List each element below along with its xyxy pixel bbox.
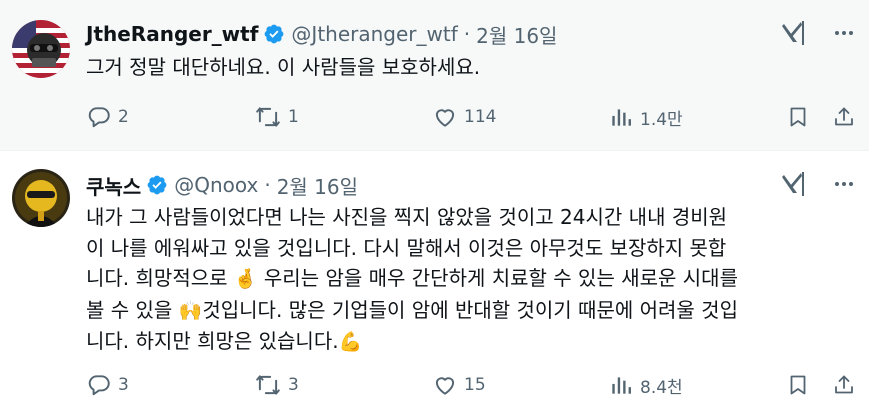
verified-badge-icon xyxy=(263,23,285,45)
verified-badge-icon xyxy=(146,174,168,196)
views-button[interactable]: 8.4천 xyxy=(608,370,683,400)
like-button[interactable]: 114 xyxy=(432,102,496,132)
tweet-header: JtheRanger_wtf @Jtheranger_wtf · 2월 16일 xyxy=(86,17,557,51)
tweet-text-segment: 것입니다. 많은 기업들이 암에 반대할 것이기 때문에 어려울 것입 xyxy=(202,297,738,322)
user-handle[interactable]: @Jtheranger_wtf xyxy=(291,22,457,46)
like-count: 114 xyxy=(464,107,497,127)
raising-hands-emoji: 🙌 xyxy=(178,299,203,322)
share-button[interactable] xyxy=(832,102,856,132)
tweet-text-line: 니다. 하지만 희망은 있습니다.💪 xyxy=(86,326,856,358)
avatar[interactable] xyxy=(12,20,70,78)
retweet-button[interactable]: 3 xyxy=(254,370,299,400)
like-icon xyxy=(435,377,455,395)
reply-button[interactable]: 3 xyxy=(86,370,129,400)
tweet-text-segment: 니다. 하지만 희망은 있습니다. xyxy=(86,329,339,353)
retweet-icon xyxy=(256,107,280,127)
share-button[interactable] xyxy=(832,370,856,400)
views-button[interactable]: 1.4만 xyxy=(608,102,683,132)
reply-count: 2 xyxy=(118,107,129,127)
tweet-text: 내가 그 사람들이었다면 나는 사진을 찍지 않았을 것이고 24시간 내내 경… xyxy=(86,202,856,358)
user-handle[interactable]: @Qnoox xyxy=(174,173,258,197)
post-date[interactable]: 2월 16일 xyxy=(476,20,557,49)
flexed-biceps-emoji: 💪 xyxy=(338,331,363,353)
retweet-count: 1 xyxy=(288,107,299,127)
reply-button[interactable]: 2 xyxy=(86,102,129,132)
bookmark-icon xyxy=(790,375,806,395)
retweet-icon xyxy=(256,375,280,395)
views-icon xyxy=(612,377,631,394)
separator-dot: · xyxy=(463,22,471,46)
avatar[interactable] xyxy=(12,169,70,227)
more-icon[interactable] xyxy=(829,20,859,46)
view-count: 8.4천 xyxy=(640,377,683,398)
reply-tweet-2[interactable]: 쿠녹스 @Qnoox · 2월 16일 내가 그 사람들이었다면 나는 사진을 … xyxy=(0,151,869,410)
tweet-header: 쿠녹스 @Qnoox · 2월 16일 xyxy=(86,168,358,202)
reply-count: 3 xyxy=(118,375,129,395)
grok-icon[interactable] xyxy=(779,18,809,48)
display-name[interactable]: 쿠녹스 xyxy=(86,171,141,200)
reply-icon xyxy=(88,375,110,396)
bookmark-button[interactable] xyxy=(786,102,810,132)
tweet-text-segment: 니다. 희망적으로 xyxy=(86,266,228,290)
grok-icon[interactable] xyxy=(779,169,809,199)
tweet-text-line: 내가 그 사람들이었다면 나는 사진을 찍지 않았을 것이고 24시간 내내 경… xyxy=(86,205,728,229)
tweet-text-segment: 우리는 암을 매우 간단하게 치료할 수 있는 새로운 시대를 xyxy=(263,266,738,290)
tweet-text-line: 그거 정말 대단하네요. 이 사람들을 보호하세요. xyxy=(86,55,481,79)
retweet-button[interactable]: 1 xyxy=(254,102,299,132)
action-bar: 3 3 15 8.4천 xyxy=(86,370,861,400)
like-button[interactable]: 15 xyxy=(432,370,486,400)
share-icon xyxy=(835,375,853,394)
action-bar: 2 1 114 1.4만 xyxy=(86,102,861,132)
tweet-text-line: 이 나를 에워싸고 있을 것입니다. 다시 말해서 이것은 아무것도 보장하지 … xyxy=(86,235,727,260)
separator-dot: · xyxy=(264,173,271,197)
reply-tweet-1[interactable]: JtheRanger_wtf @Jtheranger_wtf · 2월 16일 … xyxy=(0,0,869,150)
views-icon xyxy=(612,109,631,126)
view-count: 1.4만 xyxy=(640,109,683,130)
tweet-text: 그거 정말 대단하네요. 이 사람들을 보호하세요. xyxy=(86,52,856,83)
reply-icon xyxy=(88,107,110,128)
tweet-text-line: 니다. 희망적으로 🤞 우리는 암을 매우 간단하게 치료할 수 있는 새로운 … xyxy=(86,263,856,295)
bookmark-button[interactable] xyxy=(786,370,810,400)
fingers-crossed-emoji: 🤞 xyxy=(233,268,258,290)
like-count: 15 xyxy=(464,375,486,395)
like-icon xyxy=(435,109,455,127)
tweet-text-segment: 볼 수 있을 xyxy=(86,297,173,322)
retweet-count: 3 xyxy=(288,375,299,395)
bookmark-icon xyxy=(790,107,806,127)
post-date[interactable]: 2월 16일 xyxy=(277,171,358,200)
display-name[interactable]: JtheRanger_wtf xyxy=(86,22,258,46)
tweet-text-line: 볼 수 있을 🙌것입니다. 많은 기업들이 암에 반대할 것이기 때문에 어려울… xyxy=(86,295,856,327)
more-icon[interactable] xyxy=(829,171,859,197)
share-icon xyxy=(835,107,853,126)
